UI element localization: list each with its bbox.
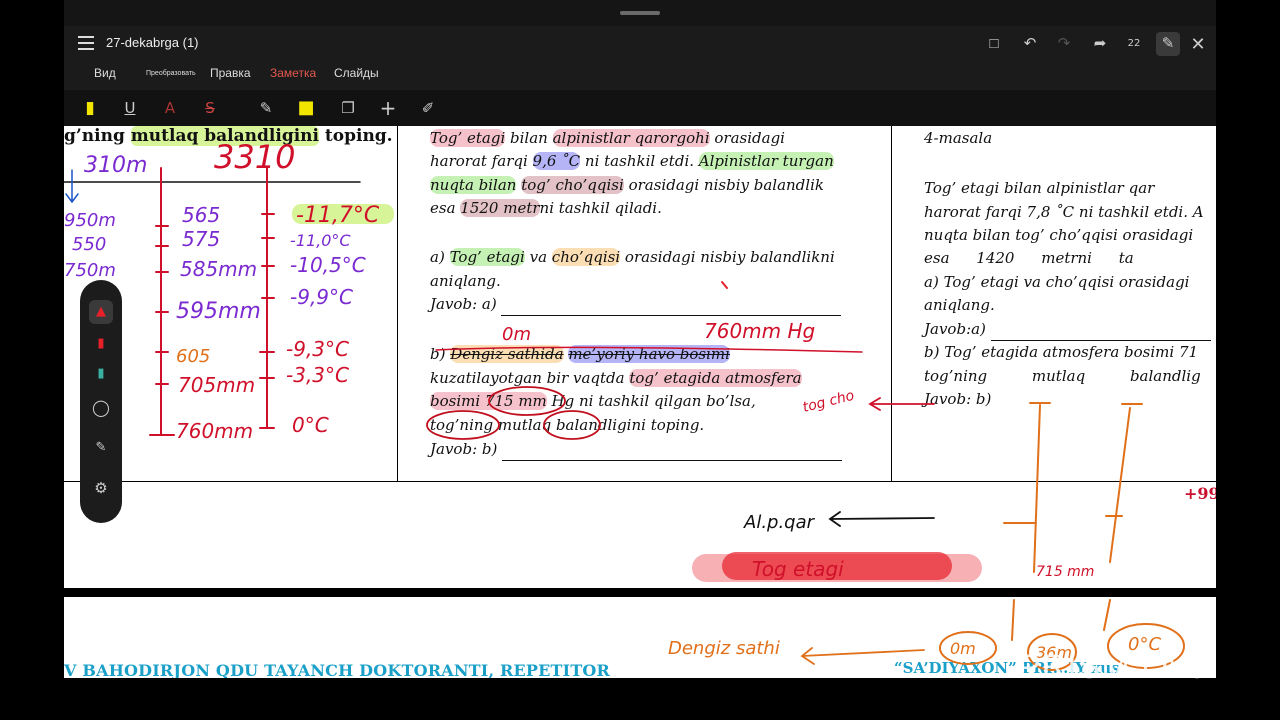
teal-marker-icon[interactable]: ▮ bbox=[89, 362, 113, 386]
ink-text: 605 bbox=[176, 346, 210, 367]
ink-text: Tog etagi bbox=[752, 557, 844, 581]
lasso-select-icon[interactable]: ◯ bbox=[89, 396, 113, 420]
ink-text: 575 bbox=[182, 227, 220, 251]
ink-text: -9,9°C bbox=[290, 285, 353, 309]
ink-text: 0m bbox=[502, 324, 531, 345]
ink-text: 0m bbox=[950, 639, 976, 658]
ink-text: 705mm bbox=[178, 373, 255, 397]
ink-text: 3310 bbox=[214, 138, 295, 176]
ink-text: Al.p.qar bbox=[743, 512, 816, 533]
ink-text: 950m bbox=[64, 210, 116, 231]
ink-text: 760mm bbox=[176, 419, 253, 443]
watermark-logo: PRISM Live bbox=[1018, 648, 1208, 686]
pen-settings-icon[interactable]: ✎ bbox=[89, 436, 113, 460]
red-pen-icon[interactable]: ▲ bbox=[89, 300, 113, 324]
ink-text: 565 bbox=[182, 203, 220, 227]
handwriting-layer: 310m 3310 950m 550 750m 565 575 585mm 59… bbox=[64, 138, 1185, 671]
ink-text: 585mm bbox=[180, 257, 257, 281]
ink-text: 750m bbox=[64, 260, 116, 281]
ink-text: 0°C bbox=[292, 413, 329, 437]
notes-app-window: 27-dekabrga (1) Вид Преобразовать Правка… bbox=[64, 0, 1216, 678]
ink-text: -11,0°C bbox=[290, 231, 351, 250]
ink-text: tog cho bbox=[801, 388, 856, 416]
red-marker-icon[interactable]: ▮ bbox=[89, 332, 113, 356]
ink-text: Dengiz sathi bbox=[668, 638, 780, 659]
pen-palette: ▲ ▮ ▮ ◯ ✎ ⚙ bbox=[80, 280, 122, 523]
ink-text: 550 bbox=[72, 234, 106, 255]
ink-text: 760mm Hg bbox=[704, 319, 815, 343]
gear-icon[interactable]: ⚙ bbox=[89, 476, 113, 500]
ink-text: -3,3°C bbox=[286, 363, 349, 387]
ink-text: 715 mm bbox=[1036, 564, 1094, 580]
ink-text: 310m bbox=[84, 153, 147, 178]
ink-text: -9,3°C bbox=[286, 337, 349, 361]
ink-text: 595mm bbox=[176, 299, 261, 324]
ink-text: -11,7°C bbox=[296, 203, 380, 228]
ink-text: -10,5°C bbox=[290, 253, 366, 277]
